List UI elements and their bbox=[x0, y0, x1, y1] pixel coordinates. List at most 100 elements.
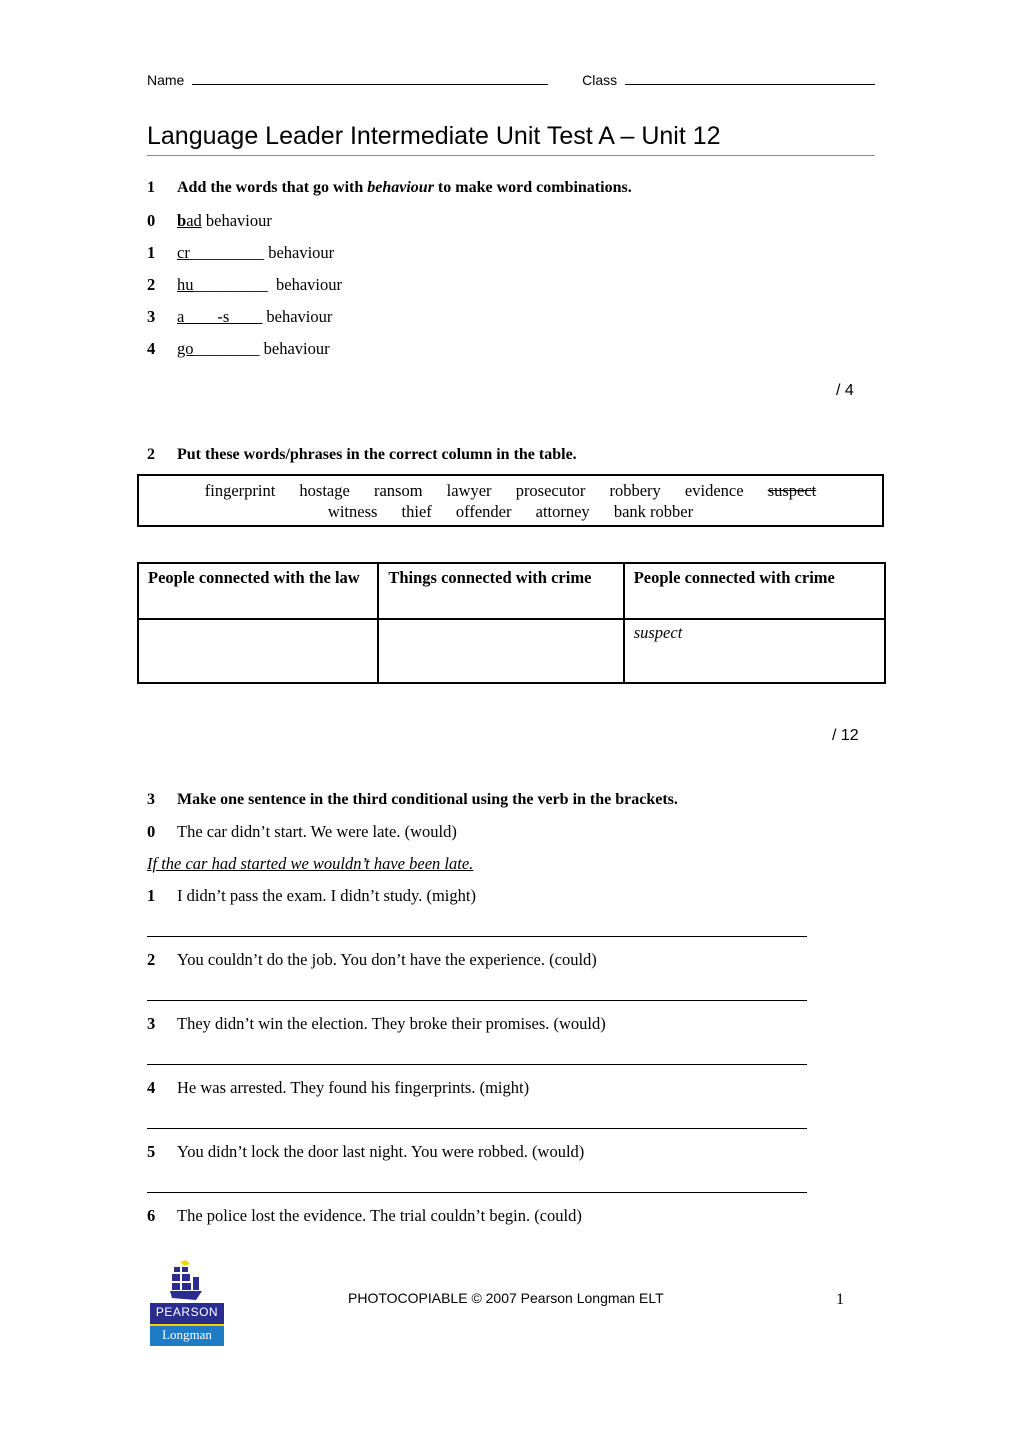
item-number: 1 bbox=[147, 243, 156, 262]
answer-cell[interactable] bbox=[377, 618, 625, 684]
s3-example: 0 The car didn’t start. We were late. (wo… bbox=[147, 822, 457, 842]
name-field[interactable] bbox=[192, 72, 549, 85]
name-label: Name bbox=[147, 72, 185, 88]
item-text: They didn’t win the election. They broke… bbox=[177, 1014, 606, 1033]
example-answer: If the car had started we wouldn’t have … bbox=[147, 854, 474, 873]
word-bank-item: offender bbox=[455, 502, 512, 521]
answer-cell[interactable]: suspect bbox=[622, 618, 887, 684]
word-bank-row-1: fingerprint hostage ransom lawyer prosec… bbox=[139, 480, 882, 501]
s3-item-6: 6 The police lost the evidence. The trial… bbox=[147, 1206, 582, 1226]
item-number: 4 bbox=[147, 1078, 156, 1097]
item-prefix: hu bbox=[177, 275, 194, 294]
item-text: The car didn’t start. We were late. (wou… bbox=[177, 822, 457, 841]
item-number: 0 bbox=[147, 822, 156, 841]
column-header: People connected with the law bbox=[136, 562, 380, 620]
answer-line[interactable] bbox=[147, 1128, 807, 1129]
s1-item-2[interactable]: 2 hu_________ behaviour bbox=[147, 275, 342, 295]
answer-line[interactable] bbox=[147, 1192, 807, 1193]
item-prefix-bold: b bbox=[177, 211, 187, 230]
section-number: 2 bbox=[147, 446, 155, 463]
answer-blank[interactable]: a____-s____ bbox=[177, 307, 262, 326]
item-prefix: ad bbox=[186, 211, 202, 230]
word-bank-item: prosecutor bbox=[515, 481, 586, 500]
item-text: I didn’t pass the exam. I didn’t study. … bbox=[177, 886, 476, 905]
word-bank-row-2: witness thief offender attorney bank rob… bbox=[139, 501, 882, 522]
answer-blank[interactable]: ________ bbox=[194, 339, 260, 358]
s3-item-3: 3 They didn’t win the election. They brok… bbox=[147, 1014, 606, 1034]
s1-item-4[interactable]: 4 go________ behaviour bbox=[147, 339, 330, 359]
logo-text-top: PEARSON bbox=[155, 1305, 219, 1319]
word-bank-item: attorney bbox=[535, 502, 590, 521]
item-text: You didn’t lock the door last night. You… bbox=[177, 1142, 585, 1161]
copyright-notice: PHOTOCOPIABLE © 2007 Pearson Longman ELT bbox=[348, 1290, 664, 1306]
item-suffix: behaviour bbox=[264, 243, 335, 262]
word-bank-item: robbery bbox=[609, 481, 661, 500]
section3-instruction: 3 Make one sentence in the third conditio… bbox=[147, 791, 678, 809]
item-text: He was arrested. They found his fingerpr… bbox=[177, 1078, 530, 1097]
example-answer: suspect bbox=[633, 623, 683, 642]
word-bank-item: bank robber bbox=[613, 502, 694, 521]
instruction-text: Add the words that go with bbox=[177, 179, 368, 196]
item-number: 4 bbox=[147, 339, 156, 358]
item-number: 2 bbox=[147, 950, 156, 969]
s3-item-4: 4 He was arrested. They found his fingerp… bbox=[147, 1078, 529, 1098]
word-bank-item: evidence bbox=[684, 481, 744, 500]
section-number: 3 bbox=[147, 791, 155, 808]
class-label: Class bbox=[582, 72, 618, 88]
table-row: suspect bbox=[136, 618, 887, 684]
item-suffix: behaviour bbox=[262, 307, 333, 326]
word-bank-item: witness bbox=[327, 502, 378, 521]
answer-line[interactable] bbox=[147, 936, 807, 937]
item-suffix: behaviour bbox=[259, 339, 330, 358]
answer-blank[interactable]: _________ bbox=[194, 275, 268, 294]
section2-instruction: 2 Put these words/phrases in the correct … bbox=[147, 446, 577, 464]
item-text: You couldn’t do the job. You don’t have … bbox=[177, 950, 597, 969]
item-prefix: go bbox=[177, 339, 194, 358]
word-bank-item: hostage bbox=[299, 481, 350, 500]
section-number: 1 bbox=[147, 179, 155, 196]
item-number: 2 bbox=[147, 275, 156, 294]
item-number: 1 bbox=[147, 886, 156, 905]
pearson-longman-logo: PEARSON Longman bbox=[150, 1260, 224, 1346]
s3-item-2: 2 You couldn’t do the job. You don’t have… bbox=[147, 950, 597, 970]
s1-item-0: 0 bad behaviour bbox=[147, 211, 272, 231]
student-info-line: Name Class bbox=[147, 72, 876, 88]
word-bank: fingerprint hostage ransom lawyer prosec… bbox=[137, 474, 884, 527]
column-header: People connected with crime bbox=[622, 562, 887, 620]
answer-blank[interactable]: _________ bbox=[190, 243, 264, 262]
answer-line[interactable] bbox=[147, 1000, 807, 1001]
item-number: 3 bbox=[147, 1014, 156, 1033]
word-bank-item-struck: suspect bbox=[767, 481, 817, 500]
instruction-text: Make one sentence in the third condition… bbox=[177, 791, 678, 808]
categories-table: People connected with the law Things con… bbox=[136, 562, 887, 684]
word-bank-item: lawyer bbox=[446, 481, 492, 500]
answer-line[interactable] bbox=[147, 1064, 807, 1065]
answer-cell[interactable] bbox=[136, 618, 380, 684]
instruction-text: to make word combinations. bbox=[433, 179, 632, 196]
item-number: 6 bbox=[147, 1206, 156, 1225]
instruction-text: Put these words/phrases in the correct c… bbox=[177, 446, 577, 463]
item-prefix: cr bbox=[177, 243, 190, 262]
page-title: Language Leader Intermediate Unit Test A… bbox=[147, 122, 721, 150]
s3-item-1: 1 I didn’t pass the exam. I didn’t study.… bbox=[147, 886, 476, 906]
s3-item-5: 5 You didn’t lock the door last night. Yo… bbox=[147, 1142, 584, 1162]
item-suffix: behaviour bbox=[201, 211, 272, 230]
s1-item-1[interactable]: 1 cr_________ behaviour bbox=[147, 243, 334, 263]
word-bank-item: thief bbox=[401, 502, 432, 521]
section1-score: / 4 bbox=[836, 382, 854, 399]
word-bank-item: fingerprint bbox=[204, 481, 276, 500]
section2-score: / 12 bbox=[832, 727, 859, 744]
page-number: 1 bbox=[836, 1291, 844, 1308]
item-number: 5 bbox=[147, 1142, 156, 1161]
item-suffix: behaviour bbox=[267, 275, 342, 294]
section1-instruction: 1 Add the words that go with behaviour to… bbox=[147, 179, 632, 197]
item-text: The police lost the evidence. The trial … bbox=[177, 1206, 582, 1225]
item-number: 3 bbox=[147, 307, 156, 326]
class-field[interactable] bbox=[625, 72, 876, 85]
logo-text-bottom: Longman bbox=[162, 1327, 212, 1342]
title-divider bbox=[147, 155, 875, 156]
s1-item-3[interactable]: 3 a____-s____ behaviour bbox=[147, 307, 332, 327]
item-number: 0 bbox=[147, 211, 156, 230]
instruction-emphasis: behaviour bbox=[367, 179, 434, 196]
word-bank-item: ransom bbox=[373, 481, 423, 500]
